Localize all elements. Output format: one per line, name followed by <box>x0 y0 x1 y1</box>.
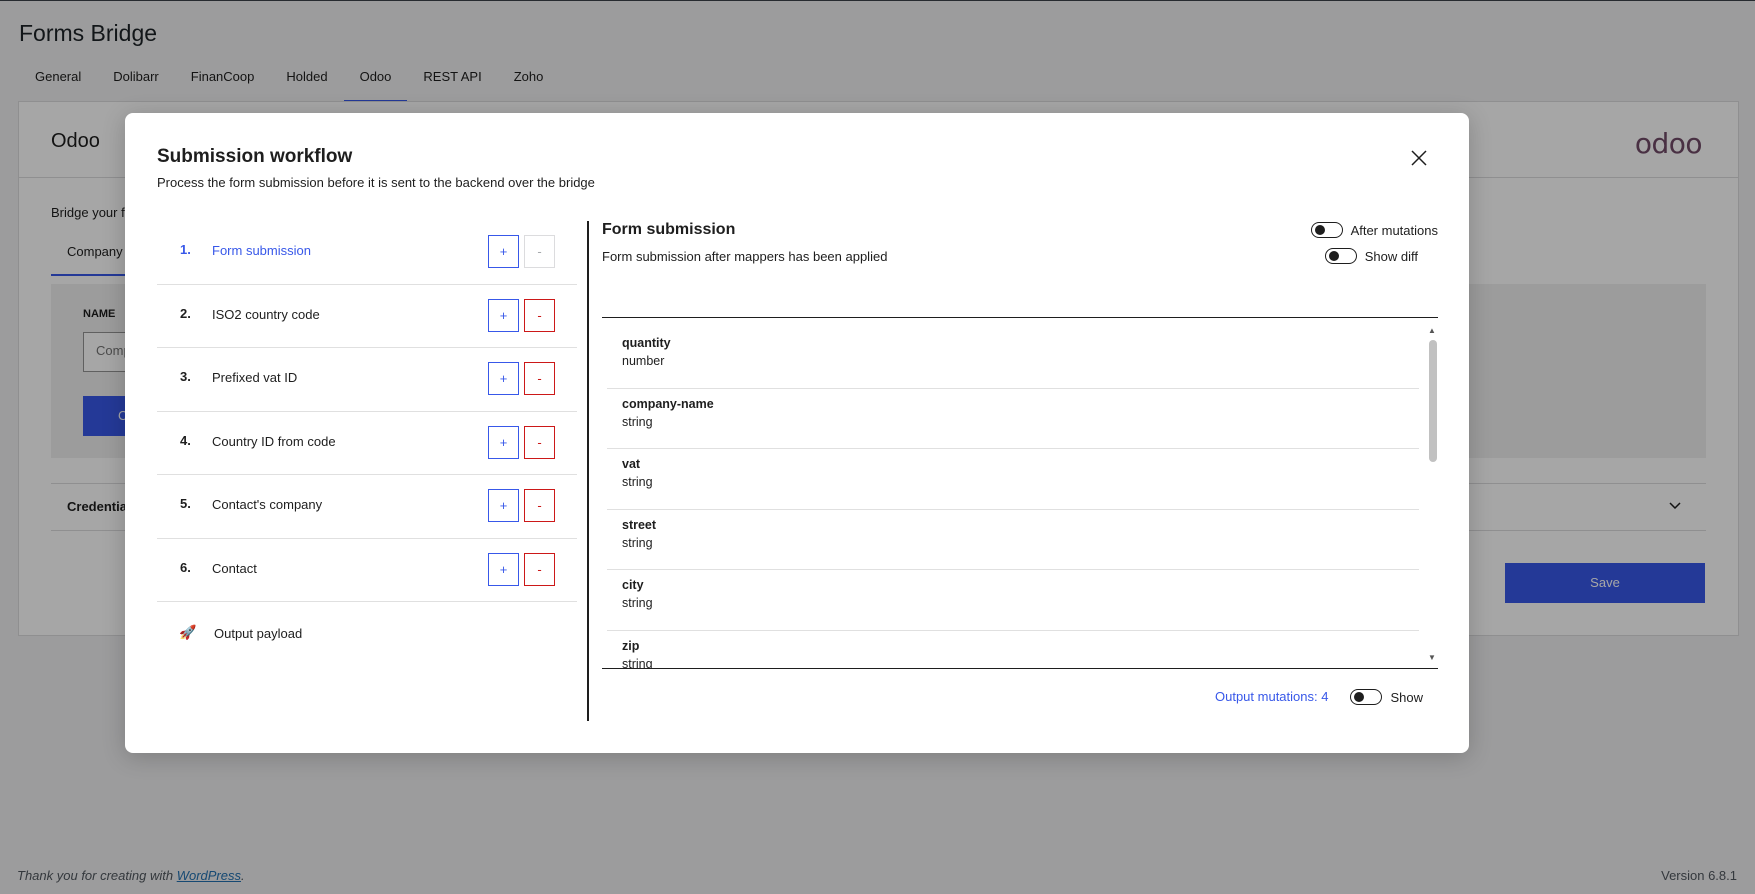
field-name: zip <box>622 638 640 653</box>
add-step-button[interactable]: + <box>488 425 519 459</box>
list-item: vat string <box>607 449 1419 510</box>
list-item: city string <box>607 570 1419 631</box>
step-number: 6. <box>180 559 191 575</box>
step-label[interactable]: Form submission <box>212 243 311 258</box>
add-step-button[interactable]: + <box>488 489 519 522</box>
scrollbar-thumb[interactable] <box>1429 340 1437 462</box>
rocket-icon: 🚀 <box>179 624 197 640</box>
field-type: number <box>622 354 665 368</box>
after-mutations-label: After mutations <box>1350 222 1438 238</box>
fields-list[interactable]: quantity number company-name string vat … <box>602 317 1438 669</box>
field-name: vat <box>622 457 641 471</box>
field-name: quantity <box>622 336 671 350</box>
field-name: company-name <box>622 396 714 411</box>
step-label[interactable]: Contact <box>212 561 257 576</box>
remove-step-button: - <box>524 235 555 268</box>
list-item: quantity number <box>607 328 1419 389</box>
field-type: string <box>622 535 653 550</box>
fields-list-content: quantity number company-name string vat … <box>607 328 1419 669</box>
show-mutations-toggle[interactable] <box>1350 689 1383 705</box>
step-number: 3. <box>180 369 191 384</box>
detail-title: Form submission <box>602 221 736 238</box>
field-name: city <box>622 578 644 592</box>
list-item: company-name string <box>607 389 1419 449</box>
step-label[interactable]: Prefixed vat ID <box>212 370 297 385</box>
detail-subtitle: Form submission after mappers has been a… <box>602 249 888 264</box>
remove-step-button[interactable]: - <box>524 489 555 522</box>
column-divider <box>587 221 589 721</box>
close-icon[interactable] <box>1407 146 1431 170</box>
scrollbar[interactable]: ▲ ▼ <box>1426 326 1438 662</box>
add-step-button[interactable]: + <box>488 298 519 332</box>
step-label[interactable]: ISO2 country code <box>212 307 320 322</box>
scroll-up-icon[interactable]: ▲ <box>1428 326 1436 335</box>
step-label[interactable]: Country ID from code <box>212 434 336 449</box>
list-item: zip string <box>607 631 1419 669</box>
step-number: 5. <box>180 496 191 511</box>
list-item: street string <box>607 510 1419 570</box>
workflow-step[interactable]: 3. Prefixed vat ID + - <box>157 348 577 412</box>
field-name: street <box>622 517 657 532</box>
add-step-button[interactable]: + <box>488 552 519 586</box>
modal-title: Submission workflow <box>157 146 353 167</box>
show-diff-label: Show diff <box>1364 248 1418 264</box>
remove-step-button[interactable]: - <box>524 362 555 395</box>
output-payload-step[interactable]: 🚀 Output payload <box>157 602 577 666</box>
field-type: string <box>622 475 653 489</box>
workflow-step[interactable]: 1. Form submission + - <box>157 221 577 285</box>
modal-description: Process the form submission before it is… <box>157 175 595 190</box>
scroll-down-icon[interactable]: ▼ <box>1428 653 1436 662</box>
step-number: 2. <box>180 305 191 321</box>
output-mutations-count[interactable]: Output mutations: 4 <box>1215 689 1328 704</box>
show-mutations-toggle-row[interactable]: Show <box>1350 689 1423 705</box>
step-number: 1. <box>180 242 191 257</box>
step-number: 4. <box>180 432 191 448</box>
add-step-button[interactable]: + <box>488 235 519 268</box>
workflow-step[interactable]: 6. Contact + - <box>157 539 577 602</box>
add-step-button[interactable]: + <box>488 362 519 395</box>
after-mutations-toggle[interactable] <box>1310 222 1343 238</box>
workflow-step[interactable]: 5. Contact's company + - <box>157 475 577 539</box>
show-diff-toggle-row[interactable]: Show diff <box>1324 248 1418 264</box>
submission-workflow-modal: Submission workflow Process the form sub… <box>125 113 1469 753</box>
after-mutations-toggle-row[interactable]: After mutations <box>1310 222 1438 238</box>
field-type: string <box>622 656 653 669</box>
remove-step-button[interactable]: - <box>524 298 555 332</box>
step-label[interactable]: Contact's company <box>212 497 322 512</box>
field-type: string <box>622 414 653 429</box>
remove-step-button[interactable]: - <box>524 552 555 586</box>
workflow-steps: 1. Form submission + - 2. ISO2 country c… <box>157 221 577 666</box>
field-type: string <box>622 596 653 610</box>
show-diff-toggle[interactable] <box>1324 248 1357 264</box>
workflow-step[interactable]: 4. Country ID from code + - <box>157 412 577 475</box>
step-detail-panel: Form submission Form submission after ma… <box>602 221 1438 721</box>
show-mutations-label: Show <box>1390 689 1423 705</box>
remove-step-button[interactable]: - <box>524 425 555 459</box>
workflow-step[interactable]: 2. ISO2 country code + - <box>157 285 577 348</box>
output-payload-label[interactable]: Output payload <box>214 626 302 641</box>
